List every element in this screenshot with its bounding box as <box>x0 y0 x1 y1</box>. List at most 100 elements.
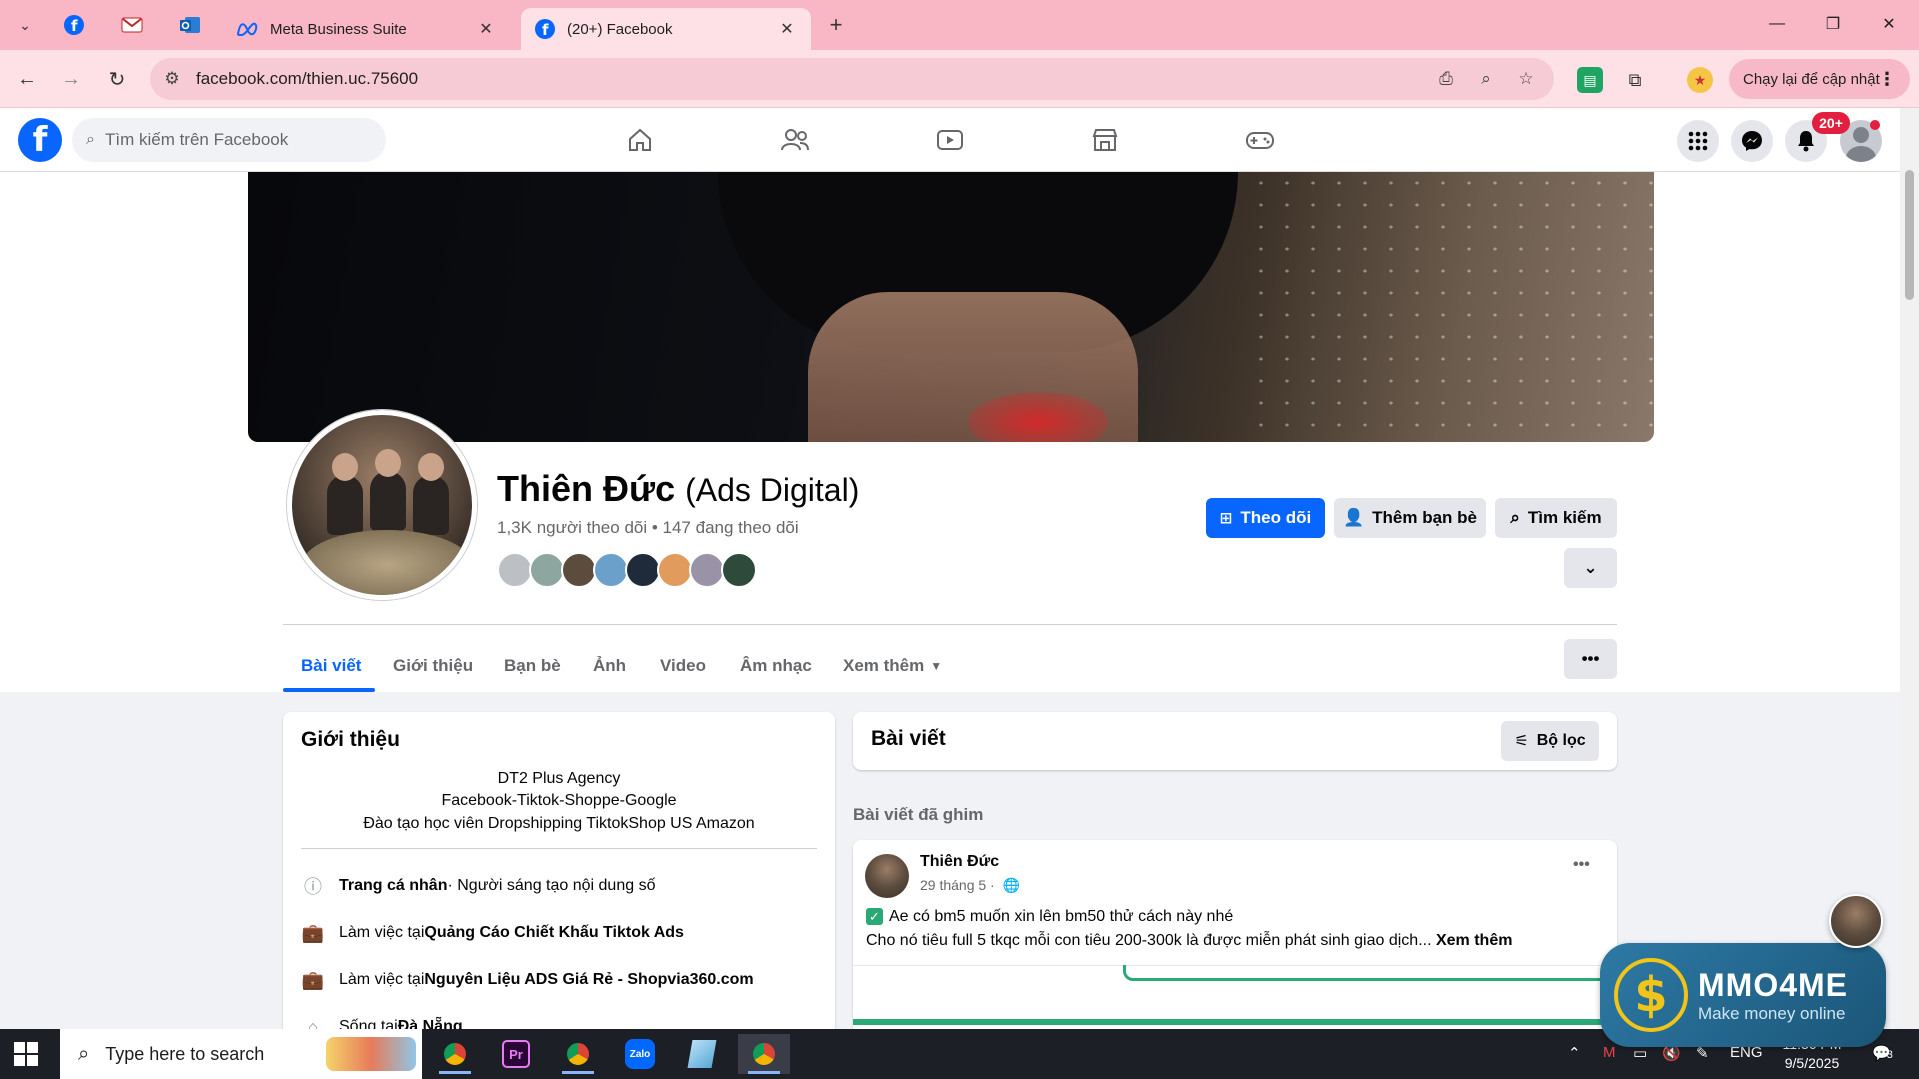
tab-see-more[interactable]: Xem thêm ▼ <box>843 640 942 692</box>
forward-arrow-icon[interactable]: → <box>56 64 86 94</box>
tab-title: Meta Business Suite <box>270 20 407 38</box>
tray-chevron-up-icon[interactable]: ⌃ <box>1568 1044 1581 1062</box>
minimize-icon[interactable]: — <box>1754 0 1800 48</box>
taskbar-notepad[interactable] <box>676 1034 728 1074</box>
follower-avatar[interactable] <box>689 552 725 588</box>
reload-icon[interactable]: ↻ <box>102 64 132 94</box>
tab-facebook[interactable]: f (20+) Facebook ✕ <box>521 8 811 50</box>
zoom-icon[interactable]: ⌕ <box>1474 67 1498 91</box>
tab-video[interactable]: Video <box>660 640 706 692</box>
tab-about[interactable]: Giới thiệu <box>393 640 473 692</box>
follower-avatar[interactable] <box>657 552 693 588</box>
site-settings-icon[interactable]: ⚙ <box>160 67 184 91</box>
intro-work-link[interactable]: Nguyên Liệu ADS Giá Rẻ - Shopvia360.com <box>424 971 753 989</box>
filter-button[interactable]: ⚟ Bộ lọc <box>1501 721 1599 761</box>
follower-avatar[interactable] <box>561 552 597 588</box>
chrome-icon <box>563 1039 593 1069</box>
address-bar[interactable]: ⚙ facebook.com/thien.uc.75600 ⎙ ⌕ ☆ <box>150 58 1554 100</box>
post-text-line: Cho nó tiêu full 5 tkqc mỗi con tiêu 200… <box>866 932 1512 950</box>
follower-avatar[interactable] <box>529 552 565 588</box>
profile-extension-icon[interactable]: ★ <box>1687 67 1713 93</box>
profile-search-label: Tìm kiếm <box>1527 508 1602 527</box>
profile-more-button[interactable]: ••• <box>1564 639 1617 679</box>
home-icon <box>629 128 651 151</box>
extensions-puzzle-icon[interactable]: ⧉ <box>1622 67 1648 93</box>
post-text: Ae có bm5 muốn xin lên bm50 thử cách này… <box>889 908 1234 925</box>
nav-friends[interactable] <box>740 116 850 164</box>
video-icon <box>937 130 963 150</box>
pinned-tab-gmail[interactable] <box>119 12 145 38</box>
post-options-icon[interactable]: ••• <box>1573 856 1590 874</box>
caret-down-icon: ▼ <box>930 659 943 673</box>
sheets-extension-icon[interactable]: ▤ <box>1577 67 1603 93</box>
tab-friends[interactable]: Bạn bè <box>504 640 561 692</box>
nav-gaming[interactable] <box>1205 116 1315 164</box>
gmail-tray-icon[interactable]: M <box>1603 1044 1616 1061</box>
see-more-link[interactable]: Xem thêm <box>1436 932 1512 949</box>
tab-music[interactable]: Âm nhạc <box>740 640 812 692</box>
menu-grid-icon[interactable] <box>1677 120 1719 162</box>
back-arrow-icon[interactable]: ← <box>12 64 42 94</box>
nav-marketplace[interactable] <box>1050 116 1160 164</box>
facebook-search-input[interactable]: ⌕ Tìm kiếm trên Facebook <box>72 118 386 162</box>
taskbar-search-input[interactable]: ⌕ Type here to search <box>60 1029 422 1079</box>
taskbar-chrome-profile[interactable] <box>552 1034 604 1074</box>
more-actions-chevron-button[interactable]: ⌄ <box>1564 548 1617 588</box>
tab-search-button[interactable]: ⌄ <box>11 11 39 39</box>
tab-photos[interactable]: Ảnh <box>593 640 626 692</box>
watermark-brand: MMO4ME <box>1698 966 1848 1003</box>
add-friend-label: Thêm bạn bè <box>1372 508 1478 527</box>
taskbar-chrome-active[interactable] <box>738 1034 790 1074</box>
update-chrome-button[interactable]: Chạy lại để cập nhật ⋮ <box>1729 59 1910 99</box>
scroll-thumb[interactable] <box>1905 170 1914 300</box>
profile-search-button[interactable]: ⌕ Tìm kiếm <box>1495 498 1617 538</box>
close-icon[interactable]: ✕ <box>476 19 496 39</box>
chrome-icon <box>440 1039 470 1069</box>
notification-center-icon[interactable]: 💬3 <box>1872 1044 1893 1062</box>
tab-meta-business-suite[interactable]: Meta Business Suite ✕ <box>222 8 510 50</box>
install-app-icon[interactable]: ⎙ <box>1434 67 1458 91</box>
intro-text: · Người sáng tạo nội dung số <box>447 877 656 894</box>
tab-posts[interactable]: Bài viết <box>301 640 361 692</box>
search-icon: ⌕ <box>78 1042 90 1065</box>
menu-dots-icon: ⋮ <box>1878 68 1896 89</box>
profile-picture[interactable] <box>287 410 477 600</box>
messenger-icon[interactable] <box>1731 120 1773 162</box>
close-icon[interactable]: ✕ <box>777 19 797 39</box>
follower-avatar[interactable] <box>721 552 757 588</box>
post-author-avatar[interactable] <box>865 854 909 898</box>
close-window-icon[interactable]: ✕ <box>1866 0 1912 48</box>
post-author-name[interactable]: Thiên Đức <box>920 853 999 871</box>
search-icon: ⌕ <box>86 131 95 148</box>
nav-video[interactable] <box>895 116 1005 164</box>
taskbar-zalo[interactable]: Zalo <box>614 1034 666 1074</box>
chat-head-avatar[interactable] <box>1829 894 1883 948</box>
windows-start-icon[interactable] <box>14 1042 38 1066</box>
cover-photo[interactable] <box>248 172 1654 442</box>
taskbar-chrome[interactable] <box>429 1034 481 1074</box>
follow-button[interactable]: ⊞ Theo dõi <box>1206 498 1325 538</box>
tab-title: (20+) Facebook <box>567 20 673 38</box>
bookmark-star-icon[interactable]: ☆ <box>1514 67 1538 91</box>
intro-work-link[interactable]: Quảng Cáo Chiết Khấu Tiktok Ads <box>424 924 684 942</box>
follower-avatar[interactable] <box>593 552 629 588</box>
add-friend-button[interactable]: 👤 Thêm bạn bè <box>1334 498 1486 538</box>
pinned-tab-outlook[interactable] <box>177 12 203 38</box>
taskbar-premiere[interactable]: Pr <box>490 1034 542 1074</box>
follow-stats[interactable]: 1,3K người theo dõi • 147 đang theo dõi <box>497 518 799 538</box>
pinned-tab-facebook[interactable]: f <box>61 12 87 38</box>
nav-home[interactable] <box>585 116 695 164</box>
facebook-logo[interactable]: f <box>18 118 62 162</box>
page-scrollbar[interactable] <box>1900 108 1919 1028</box>
restore-icon[interactable]: ❐ <box>1810 0 1856 48</box>
info-icon: ⓘ <box>304 877 322 897</box>
follower-avatar[interactable] <box>625 552 661 588</box>
messenger-bubble-icon <box>1742 131 1762 151</box>
profile-alternate-name: (Ads Digital) <box>685 472 860 508</box>
follower-avatar[interactable] <box>497 552 533 588</box>
new-tab-button[interactable]: + <box>822 11 850 39</box>
browser-toolbar: ← → ↻ ⚙ facebook.com/thien.uc.75600 ⎙ ⌕ … <box>0 50 1919 108</box>
follow-label: Theo dõi <box>1240 508 1312 527</box>
intro-title: Giới thiệu <box>301 728 400 751</box>
post-date[interactable]: 29 tháng 5 · 🌐 <box>920 877 1020 894</box>
